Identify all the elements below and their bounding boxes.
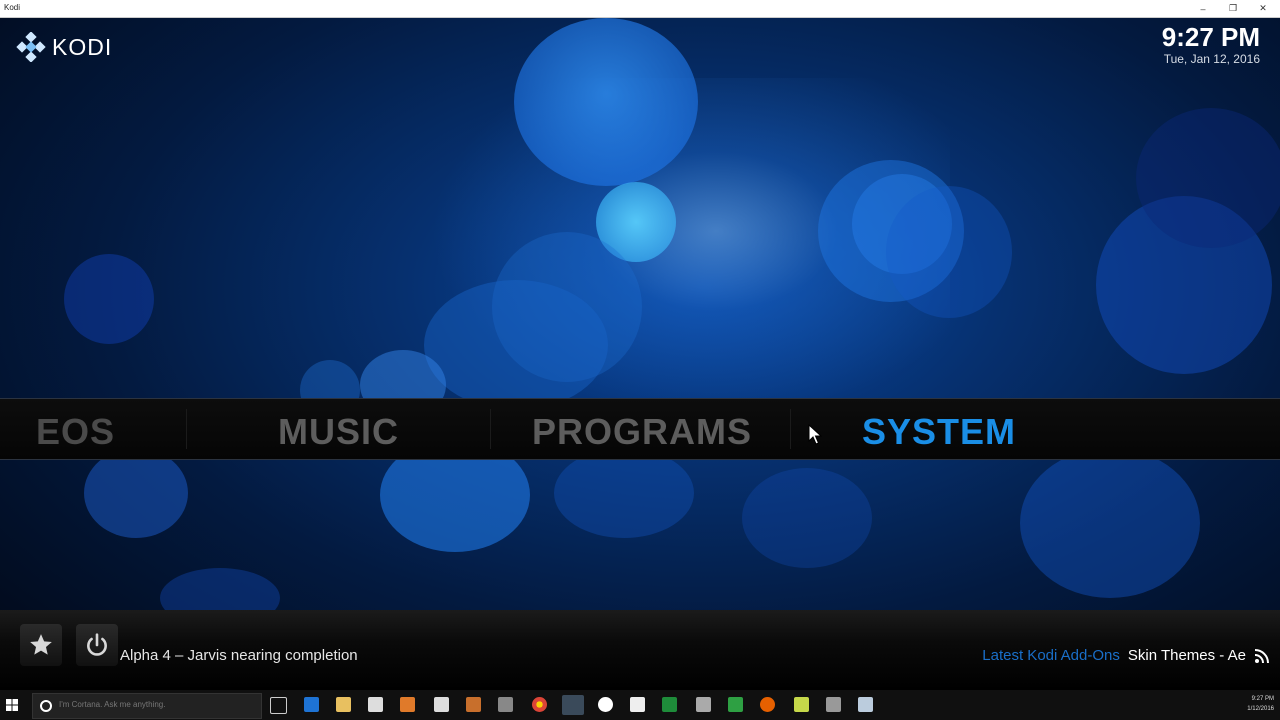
bokeh-circle [84,448,188,538]
close-icon: ✕ [1259,3,1267,13]
power-button[interactable] [76,624,118,666]
rss-icon [1254,649,1269,664]
app-icon[interactable] [858,697,873,712]
latest-addons-value: Skin Themes - Ae [1127,647,1246,664]
favourites-star-icon [30,634,52,655]
menu-item-videos[interactable]: EOS [36,411,115,453]
app-icon[interactable] [728,697,743,712]
bokeh-circle [424,280,608,410]
window-title: Kodi [4,3,21,12]
tray-date: 1/12/2016 [1247,706,1274,712]
restore-button[interactable]: ❐ [1218,0,1248,17]
minimize-icon: – [1200,3,1206,14]
close-button[interactable]: ✕ [1248,0,1278,17]
bokeh-circle [514,18,698,186]
kodi-home-screen: KODI 9:27 PM Tue, Jan 12, 2016 EOS MUSIC… [0,18,1280,690]
minimize-button[interactable]: – [1188,0,1218,17]
firefox-icon[interactable] [760,697,775,712]
app-icon[interactable] [662,697,677,712]
menu-item-system[interactable]: SYSTEM [862,411,1016,453]
app-icon[interactable] [498,697,513,712]
xbox-icon[interactable] [598,697,613,712]
app-icon[interactable] [696,697,711,712]
bokeh-circle [1020,448,1200,598]
kodi-logo: KODI [16,32,112,62]
tray-time: 9:27 PM [1251,696,1274,702]
edge-browser-icon[interactable] [304,697,319,712]
app-icon[interactable] [400,697,415,712]
chrome-icon[interactable] [532,697,547,712]
file-explorer-icon[interactable] [336,697,351,712]
windows-taskbar: I'm Cortana. Ask me anything. 9:27 PM 1/… [0,690,1280,720]
kodi-logo-text: KODI [52,33,113,60]
bokeh-circle [1136,108,1280,248]
favourites-button[interactable] [20,624,62,666]
main-menu: EOS MUSIC PROGRAMS SYSTEM [0,398,1280,460]
app-icon[interactable] [466,697,481,712]
bokeh-circle [886,186,1012,318]
clock-time: 9:27 PM [1161,22,1260,52]
menu-separator [790,409,791,449]
clock: 9:27 PM Tue, Jan 12, 2016 [1162,22,1260,66]
bokeh-circle [64,254,154,344]
power-icon [87,633,107,656]
kodi-logo-icon [16,32,46,62]
window-title-bar: Kodi – ❐ ✕ [0,0,1280,18]
mouse-cursor-icon [808,424,823,445]
kodi-taskbar-icon[interactable] [562,695,584,715]
store-icon[interactable] [368,697,383,712]
search-placeholder: I'm Cortana. Ask me anything. [59,700,166,709]
bokeh-circle [554,448,694,538]
app-icon[interactable] [434,697,449,712]
latest-addons[interactable]: Latest Kodi Add-Ons Skin Themes - Ae [982,647,1246,664]
task-view-icon[interactable] [270,697,287,714]
news-ticker: Alpha 4 – Jarvis nearing completion [120,647,358,664]
system-tray[interactable]: 9:27 PM 1/12/2016 [1247,694,1274,714]
menu-item-music[interactable]: MUSIC [278,411,399,453]
bokeh-circle [742,468,872,568]
menu-item-programs[interactable]: PROGRAMS [532,411,752,453]
clock-date: Tue, Jan 12, 2016 [1163,52,1260,66]
app-icon[interactable] [630,697,645,712]
app-icon[interactable] [794,697,809,712]
windows-start-icon[interactable] [6,699,18,711]
latest-addons-label: Latest Kodi Add-Ons [982,647,1120,664]
cortana-search-box[interactable]: I'm Cortana. Ask me anything. [32,693,262,719]
cortana-icon [40,700,52,712]
app-icon[interactable] [826,697,841,712]
menu-separator [490,409,491,449]
menu-separator [186,409,187,449]
restore-icon: ❐ [1228,3,1238,13]
